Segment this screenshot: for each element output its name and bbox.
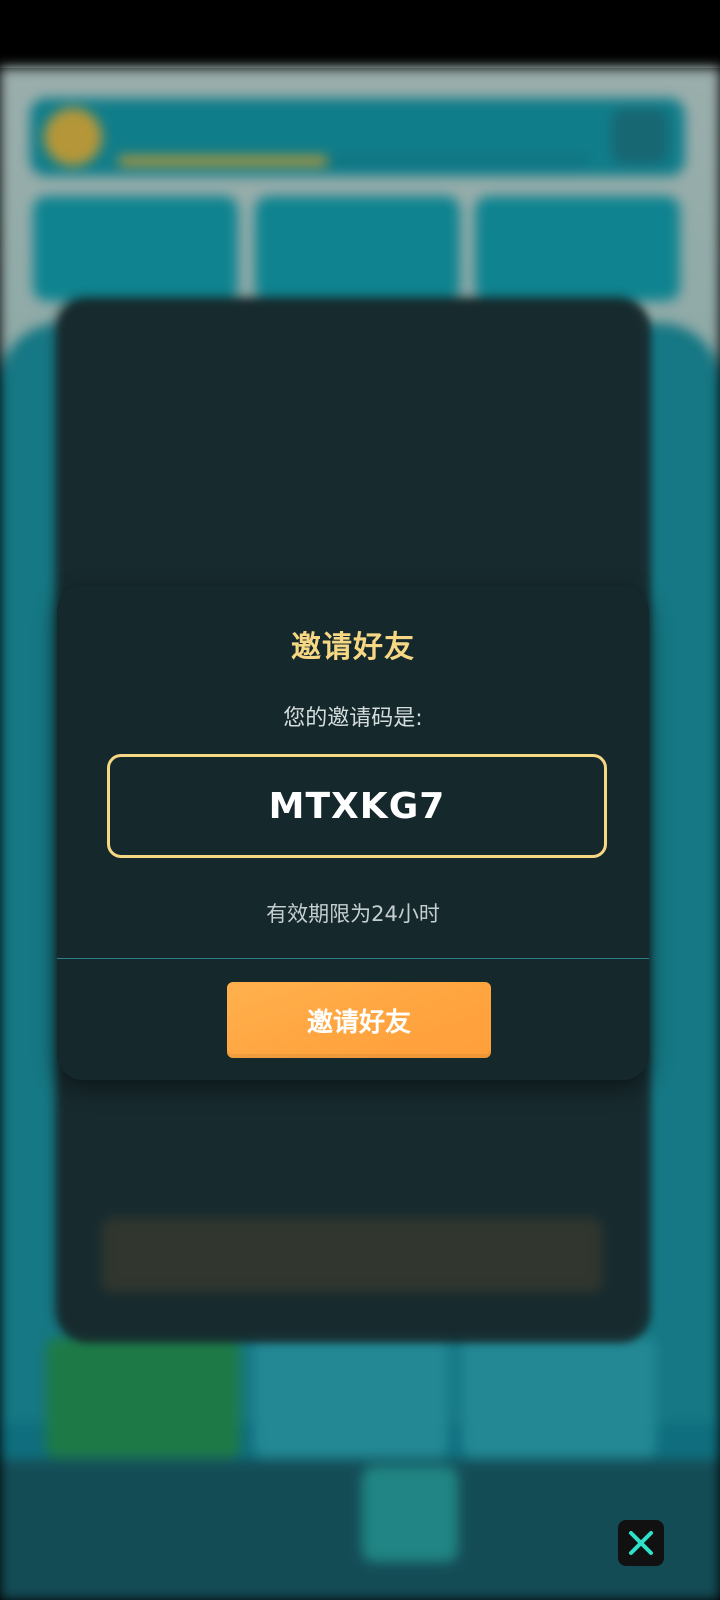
expiry-text: 有效期限为24小时 <box>266 902 440 926</box>
invite-friends-button[interactable]: 邀请好友 <box>227 982 491 1058</box>
close-button[interactable] <box>618 1520 664 1566</box>
invite-code-box[interactable]: MTXKG7 <box>107 754 607 858</box>
dialog-divider <box>57 958 649 959</box>
close-icon <box>629 1531 653 1555</box>
invite-code-label: 您的邀请码是: <box>283 706 423 731</box>
dialog-title: 邀请好友 <box>291 630 415 665</box>
invite-dialog: 邀请好友 您的邀请码是: MTXKG7 有效期限为24小时 邀请好友 <box>57 586 649 1080</box>
screen: 邀请好友 您的邀请码是: MTXKG7 有效期限为24小时 邀请好友 <box>0 0 720 1600</box>
status-bar <box>0 0 720 68</box>
